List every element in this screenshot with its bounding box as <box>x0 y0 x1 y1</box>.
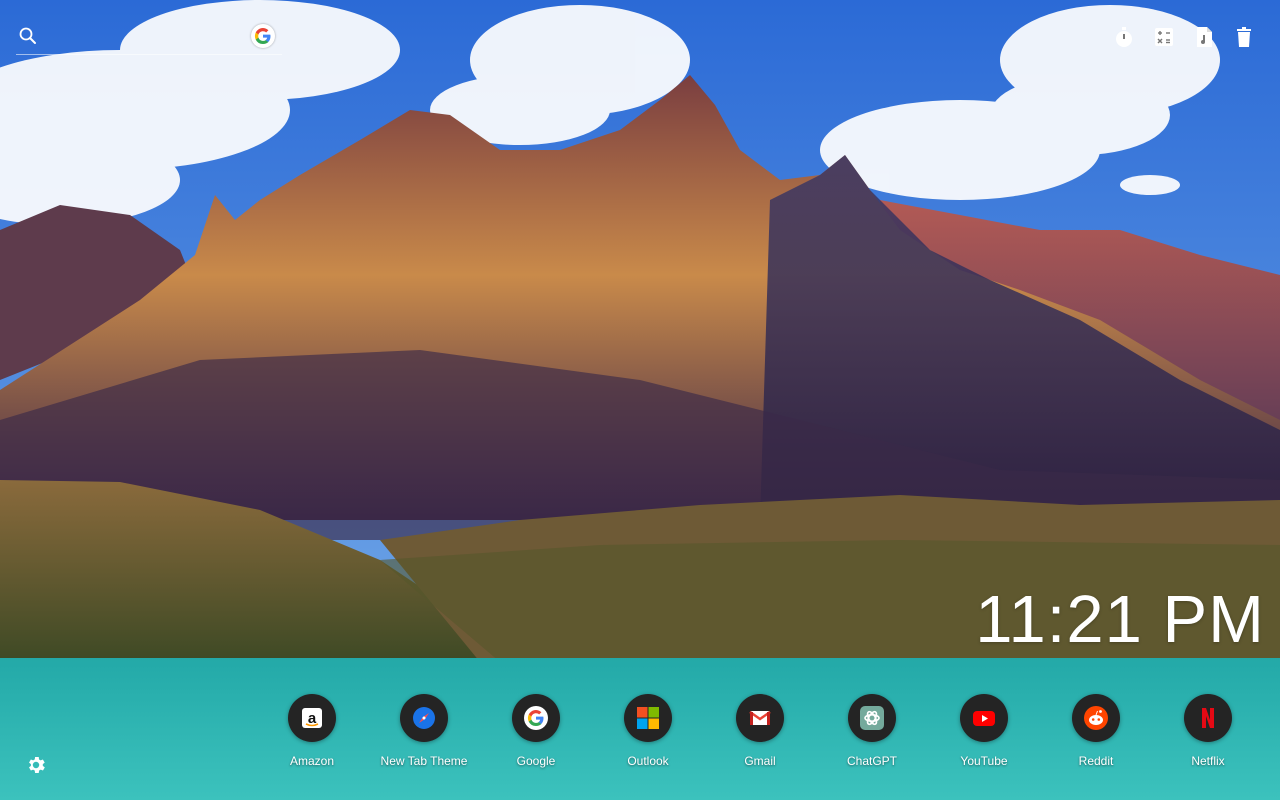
youtube-icon <box>960 694 1008 742</box>
shortcut-netflix[interactable]: Netflix <box>1152 694 1264 774</box>
shortcut-gmail[interactable]: Gmail <box>704 694 816 774</box>
compass-icon <box>400 694 448 742</box>
google-icon <box>512 694 560 742</box>
file-icon[interactable] <box>1192 25 1216 49</box>
shortcut-label: Google <box>516 754 556 768</box>
shortcut-amazon[interactable]: a Amazon <box>256 694 368 774</box>
chatgpt-icon <box>848 694 896 742</box>
gmail-icon <box>736 694 784 742</box>
shortcut-label: Reddit <box>1078 754 1114 768</box>
netflix-icon <box>1184 694 1232 742</box>
shortcut-google[interactable]: Google <box>480 694 592 774</box>
shortcut-label: ChatGPT <box>846 754 897 768</box>
shortcut-outlook[interactable]: Outlook <box>592 694 704 774</box>
shortcut-label: Netflix <box>1191 754 1225 768</box>
shortcut-youtube[interactable]: YouTube <box>928 694 1040 774</box>
gear-icon[interactable] <box>25 754 47 776</box>
shortcut-label: New Tab Theme <box>380 754 468 768</box>
search-icon[interactable] <box>18 26 38 46</box>
shortcut-chatgpt[interactable]: ChatGPT <box>816 694 928 774</box>
microsoft-icon <box>624 694 672 742</box>
shortcut-new-tab-theme[interactable]: New Tab Theme <box>368 694 480 774</box>
reddit-icon <box>1072 694 1120 742</box>
trash-icon[interactable] <box>1232 25 1256 49</box>
calculator-icon[interactable] <box>1152 25 1176 49</box>
amazon-icon: a <box>288 694 336 742</box>
shortcut-label: Amazon <box>289 754 335 768</box>
search-bar[interactable] <box>16 20 282 55</box>
shortcut-label: Outlook <box>627 754 669 768</box>
wallpaper <box>0 0 1280 800</box>
search-engine-google-button[interactable] <box>251 24 275 48</box>
stopwatch-icon[interactable] <box>1112 25 1136 49</box>
google-icon <box>254 28 271 45</box>
clock-time: 11:21 PM <box>975 582 1265 657</box>
shortcut-label: YouTube <box>960 754 1008 768</box>
search-input[interactable] <box>46 24 250 52</box>
shortcut-label: Gmail <box>744 754 776 768</box>
shortcut-reddit[interactable]: Reddit <box>1040 694 1152 774</box>
